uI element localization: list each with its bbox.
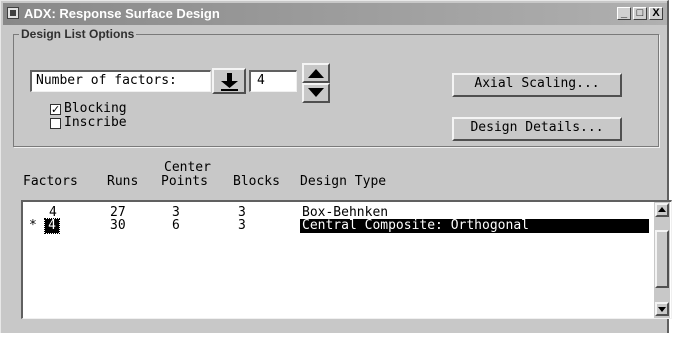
factors-count-value: 4 <box>257 73 265 88</box>
number-of-factors-field: Number of factors: <box>30 70 211 92</box>
arrow-down-icon <box>221 73 238 91</box>
scroll-down-button[interactable] <box>655 302 669 316</box>
minimize-button[interactable]: _ <box>617 7 631 20</box>
app-icon <box>7 7 19 19</box>
scroll-up-button[interactable] <box>655 203 669 217</box>
window-title: ADX: Response Surface Design <box>24 6 220 21</box>
header-runs: Runs <box>107 174 139 189</box>
cell-center-points: 6 <box>172 218 180 233</box>
design-details-button[interactable]: Design Details... <box>452 117 622 141</box>
checkmark-icon: ✓ <box>51 103 61 116</box>
inscribe-checkbox[interactable] <box>50 118 61 129</box>
header-factors: Factors <box>23 174 78 189</box>
decrement-button[interactable] <box>302 83 330 103</box>
triangle-down-icon <box>308 88 324 97</box>
group-label: Design List Options <box>19 27 137 41</box>
response-surface-design-window: ADX: Response Surface Design _ □ X Desig… <box>0 0 672 333</box>
factors-count-field[interactable]: 4 <box>249 70 297 92</box>
row-marker: * <box>29 218 37 233</box>
cell-blocks: 3 <box>238 218 246 233</box>
axial-scaling-button[interactable]: Axial Scaling... <box>452 73 622 97</box>
cell-factors-focused: 4 <box>44 218 60 234</box>
inscribe-label: Inscribe <box>64 115 127 130</box>
header-points: Points <box>161 174 208 189</box>
scroll-down-icon <box>658 307 666 312</box>
number-of-factors-label: Number of factors: <box>36 73 177 88</box>
maximize-button[interactable]: □ <box>633 7 647 20</box>
header-design-type: Design Type <box>300 174 387 189</box>
vertical-scrollbar[interactable] <box>654 202 670 318</box>
design-list[interactable]: 4 27 3 3 Box-Behnken * 4 30 6 3 Central … <box>21 200 672 319</box>
cell-design-type: Central Composite: Orthogonal <box>302 218 529 233</box>
triangle-up-icon <box>308 69 324 78</box>
cell-runs: 30 <box>110 218 126 233</box>
table-row-selected[interactable]: * 4 30 6 3 Central Composite: Orthogonal <box>25 218 649 234</box>
factors-dropdown-button[interactable] <box>212 68 246 94</box>
header-blocks: Blocks <box>233 174 280 189</box>
scroll-thumb[interactable] <box>655 230 669 288</box>
title-bar[interactable]: ADX: Response Surface Design _ □ X <box>3 3 667 25</box>
scroll-up-icon <box>658 207 666 212</box>
blocking-label: Blocking <box>64 101 127 116</box>
increment-button[interactable] <box>302 63 330 83</box>
close-button[interactable]: X <box>649 7 663 20</box>
blocking-checkbox[interactable]: ✓ <box>50 104 61 115</box>
header-center: Center <box>164 160 211 175</box>
